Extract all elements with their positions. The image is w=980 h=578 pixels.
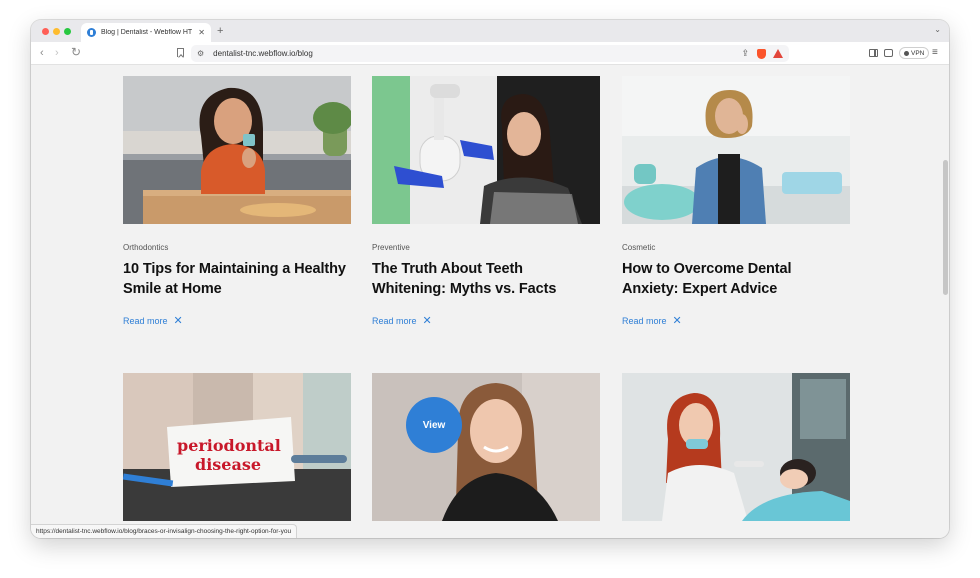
card-image-teeth-whitening[interactable] [372,76,600,224]
post-title[interactable]: The Truth About Teeth Whitening: Myths v… [372,259,600,299]
close-window-icon[interactable] [42,28,49,35]
view-button[interactable]: View [406,397,462,453]
scrollbar-thumb[interactable] [943,160,948,295]
wallet-icon[interactable] [884,49,893,57]
browser-window: Blog | Dentalist - Webflow HT ✕ + ⌄ ‹ › … [31,20,949,538]
forward-icon[interactable]: › [55,46,59,60]
post-category: Cosmetic [622,243,656,252]
toolbar: ‹ › ↻ ⚙ dentalist-tnc.webflow.io/blog ⇪ … [31,42,949,65]
post-title[interactable]: How to Overcome Dental Anxiety: Expert A… [622,259,850,299]
maximize-window-icon[interactable] [64,28,71,35]
bookmark-icon[interactable] [177,48,184,57]
page-viewport: Orthodontics 10 Tips for Maintaining a H… [31,65,949,538]
close-x-icon: ✕ [422,315,432,327]
card-image-woman-kitchen[interactable] [123,76,351,224]
menu-icon[interactable]: ≡ [932,48,938,58]
post-category: Preventive [372,243,410,252]
read-more-label[interactable]: Read more [123,316,168,326]
reload-icon[interactable]: ↻ [71,45,81,59]
read-more-label[interactable]: Read more [622,316,667,326]
image-text-line-1: periodontal [177,436,281,455]
tab-title: Blog | Dentalist - Webflow HT [101,29,193,36]
close-x-icon: ✕ [173,315,183,327]
read-more-link[interactable]: Read more ✕ [372,315,432,327]
back-icon[interactable]: ‹ [40,46,44,60]
tab-bar: Blog | Dentalist - Webflow HT ✕ + ⌄ [31,20,949,42]
url-text[interactable]: dentalist-tnc.webflow.io/blog [213,49,741,58]
vpn-button[interactable]: VPN [899,47,930,59]
scrollbar[interactable] [941,65,949,538]
card-image-dental-anxiety[interactable] [622,76,850,224]
vpn-icon [904,50,909,56]
vpn-label: VPN [911,49,925,57]
webflow-favicon-icon [87,28,96,37]
brave-shields-icon[interactable] [757,48,766,59]
close-tab-icon[interactable]: ✕ [198,28,205,37]
minimize-window-icon[interactable] [53,28,60,35]
link-status-bar: https://dentalist-tnc.webflow.io/blog/br… [31,524,298,538]
site-settings-icon[interactable]: ⚙ [197,49,204,58]
read-more-link[interactable]: Read more ✕ [622,315,682,327]
card-image-dentist-patient[interactable] [622,373,850,521]
close-x-icon: ✕ [672,315,682,327]
chevron-down-icon[interactable]: ⌄ [934,25,941,34]
share-icon[interactable]: ⇪ [741,48,749,59]
post-title[interactable]: 10 Tips for Maintaining a Healthy Smile … [123,259,351,299]
active-tab[interactable]: Blog | Dentalist - Webflow HT ✕ [81,23,211,42]
sidebar-toggle-icon[interactable] [869,49,878,57]
post-category: Orthodontics [123,243,169,252]
read-more-link[interactable]: Read more ✕ [123,315,183,327]
brave-rewards-icon[interactable] [773,49,783,58]
read-more-label[interactable]: Read more [372,316,417,326]
address-bar[interactable]: ⚙ dentalist-tnc.webflow.io/blog ⇪ [191,45,789,62]
card-image-periodontal-disease[interactable]: periodontal disease [123,373,351,521]
new-tab-icon[interactable]: + [217,25,223,37]
image-text-line-2: disease [195,455,261,474]
card-image-smiling-girl[interactable]: View [372,373,600,521]
